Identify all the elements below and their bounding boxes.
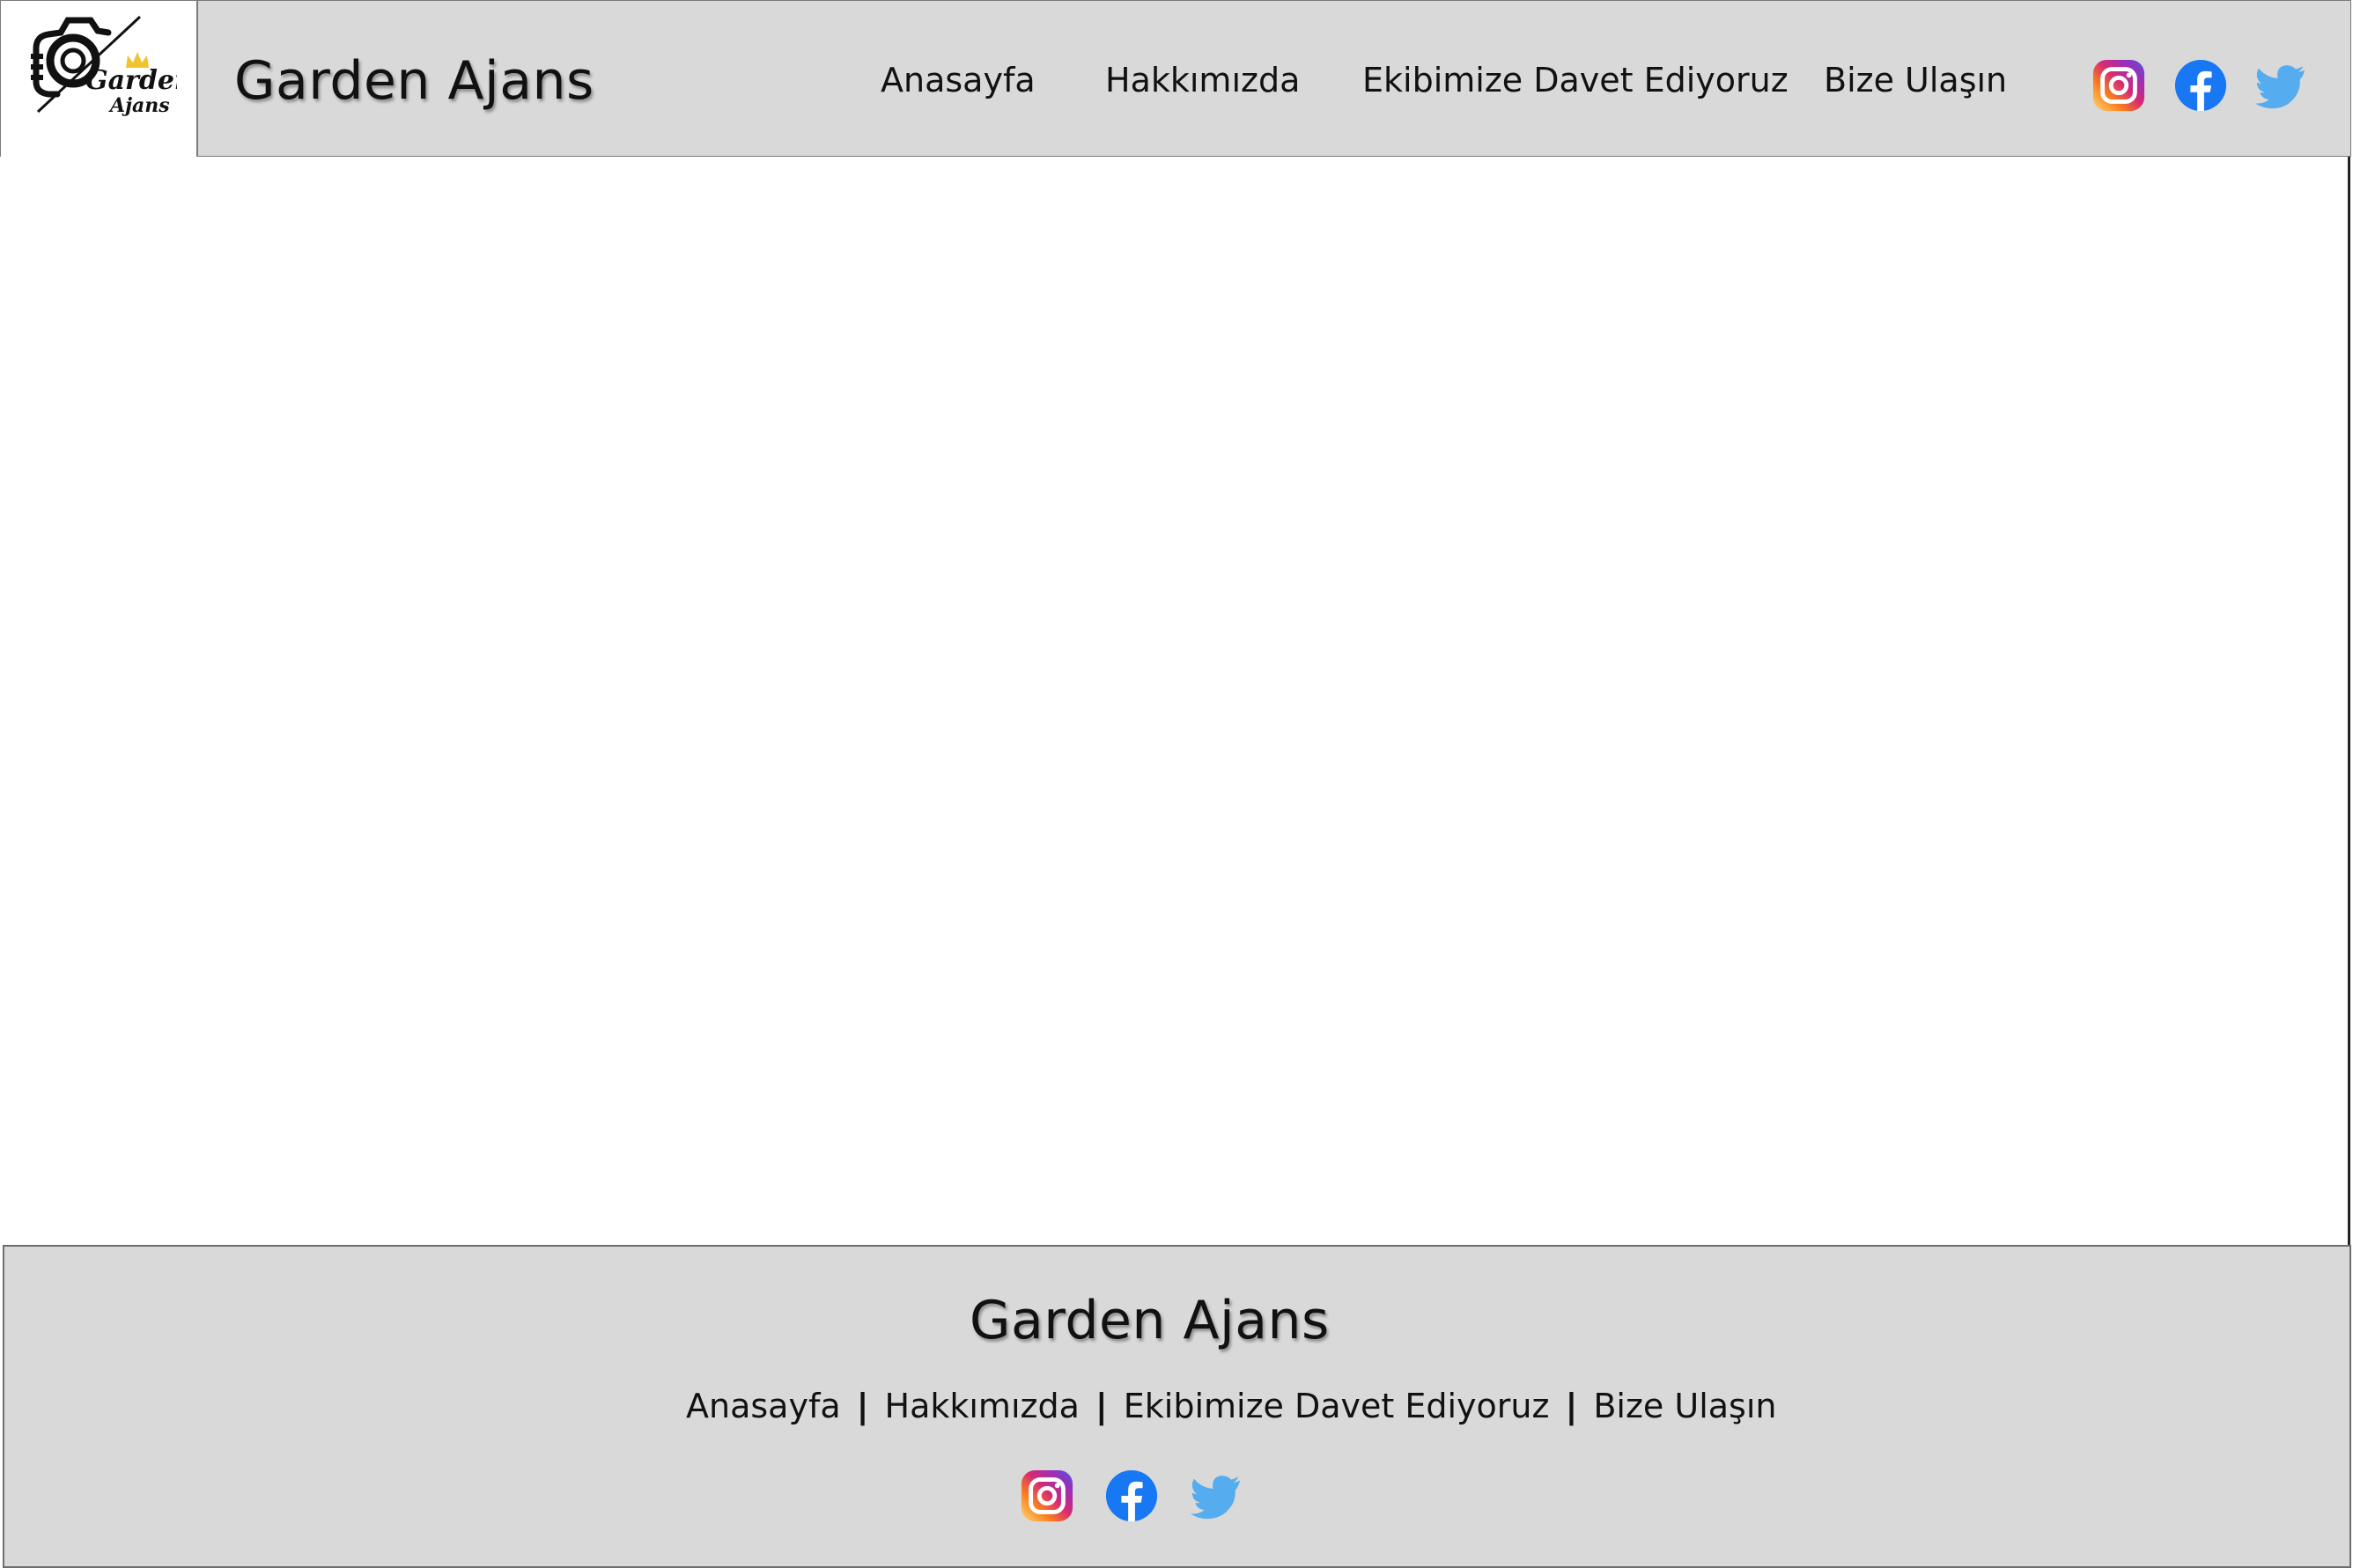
nav-hakkimizda[interactable]: Hakkımızda: [1105, 59, 1300, 101]
instagram-icon[interactable]: [1020, 1469, 1074, 1523]
logo[interactable]: Garden Ajans: [1, 1, 198, 158]
site-header: Garden Ajans Garden Ajans Anasayfa Hakkı…: [0, 0, 2351, 158]
brand-title: Garden Ajans: [234, 50, 594, 112]
camera-logo-icon: Garden Ajans: [31, 15, 177, 117]
footer-link-anasayfa[interactable]: Anasayfa: [686, 1387, 841, 1425]
divider: [2348, 157, 2350, 1245]
twitter-icon[interactable]: [2253, 58, 2308, 113]
nav-bize-ulasin[interactable]: Bize Ulaşın: [1824, 59, 2007, 101]
svg-text:Garden: Garden: [85, 65, 177, 96]
instagram-icon[interactable]: [2091, 58, 2146, 113]
facebook-icon[interactable]: [1104, 1469, 1159, 1523]
footer-link-ekibimize-davet[interactable]: Ekibimize Davet Ediyoruz: [1124, 1387, 1550, 1425]
footer-link-bize-ulasin[interactable]: Bize Ulaşın: [1593, 1387, 1776, 1425]
footer-links: Anasayfa | Hakkımızda | Ekibimize Davet Ediy…: [686, 1384, 1776, 1428]
footer-separator: |: [1565, 1387, 1578, 1425]
svg-text:Ajans: Ajans: [108, 94, 170, 117]
nav-ekibimize-davet[interactable]: Ekibimize Davet Ediyoruz: [1362, 59, 1789, 101]
facebook-icon[interactable]: [2173, 58, 2228, 113]
nav-anasayfa[interactable]: Anasayfa: [881, 59, 1036, 101]
footer-separator: |: [856, 1387, 869, 1425]
footer-link-hakkimizda[interactable]: Hakkımızda: [885, 1387, 1080, 1425]
main-content: [0, 157, 2350, 1245]
site-footer: Garden Ajans Anasayfa | Hakkımızda | Ekibimi…: [3, 1245, 2351, 1568]
footer-separator: |: [1095, 1387, 1108, 1425]
twitter-icon[interactable]: [1189, 1469, 1243, 1523]
footer-brand-title: Garden Ajans: [970, 1290, 1330, 1351]
